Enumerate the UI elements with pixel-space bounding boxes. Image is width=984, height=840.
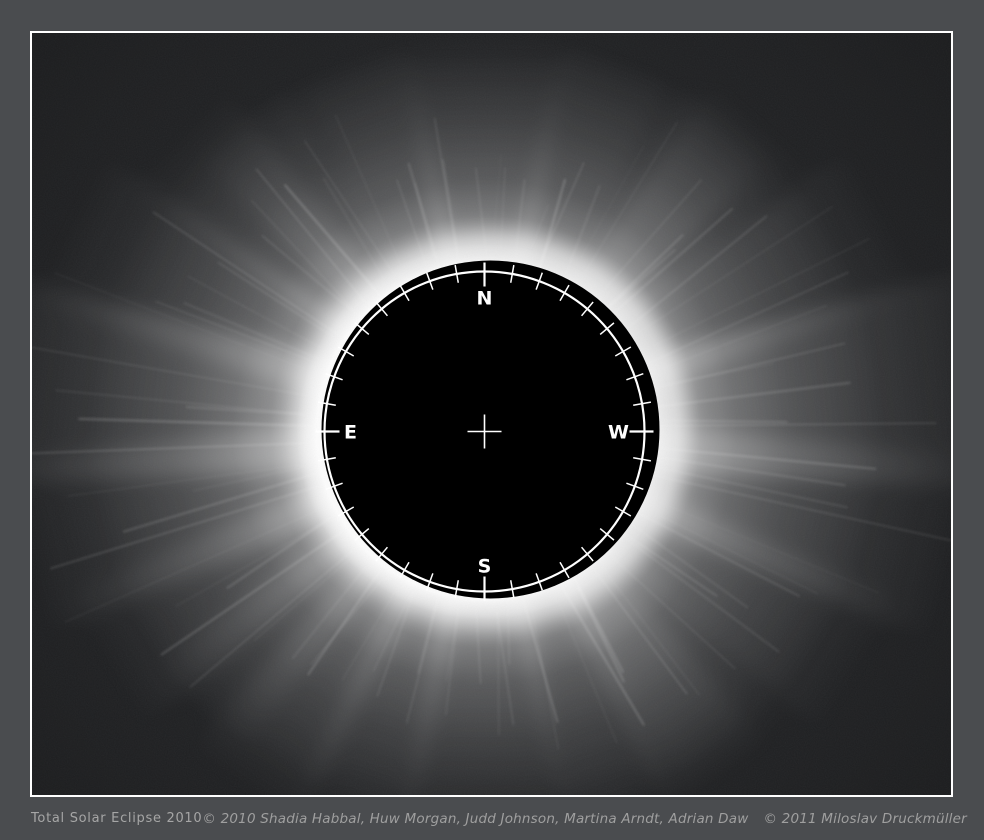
- compass-label-south: S: [478, 556, 492, 578]
- eclipse-photo: N E W S: [32, 33, 951, 795]
- image-title: Total Solar Eclipse 2010: [31, 811, 202, 826]
- compass-label-west: W: [608, 422, 629, 444]
- image-credits: © 2010 Shadia Habbal, Huw Morgan, Judd J…: [202, 811, 966, 827]
- compass-label-north: N: [477, 288, 493, 310]
- compass-label-east: E: [344, 422, 357, 444]
- credit-observers: © 2010 Shadia Habbal, Huw Morgan, Judd J…: [202, 811, 748, 827]
- eclipse-image-frame: N E W S: [30, 31, 953, 797]
- credit-processing: © 2011 Miloslav Druckmüller: [763, 811, 966, 827]
- caption-bar: Total Solar Eclipse 2010 © 2010 Shadia H…: [0, 797, 984, 840]
